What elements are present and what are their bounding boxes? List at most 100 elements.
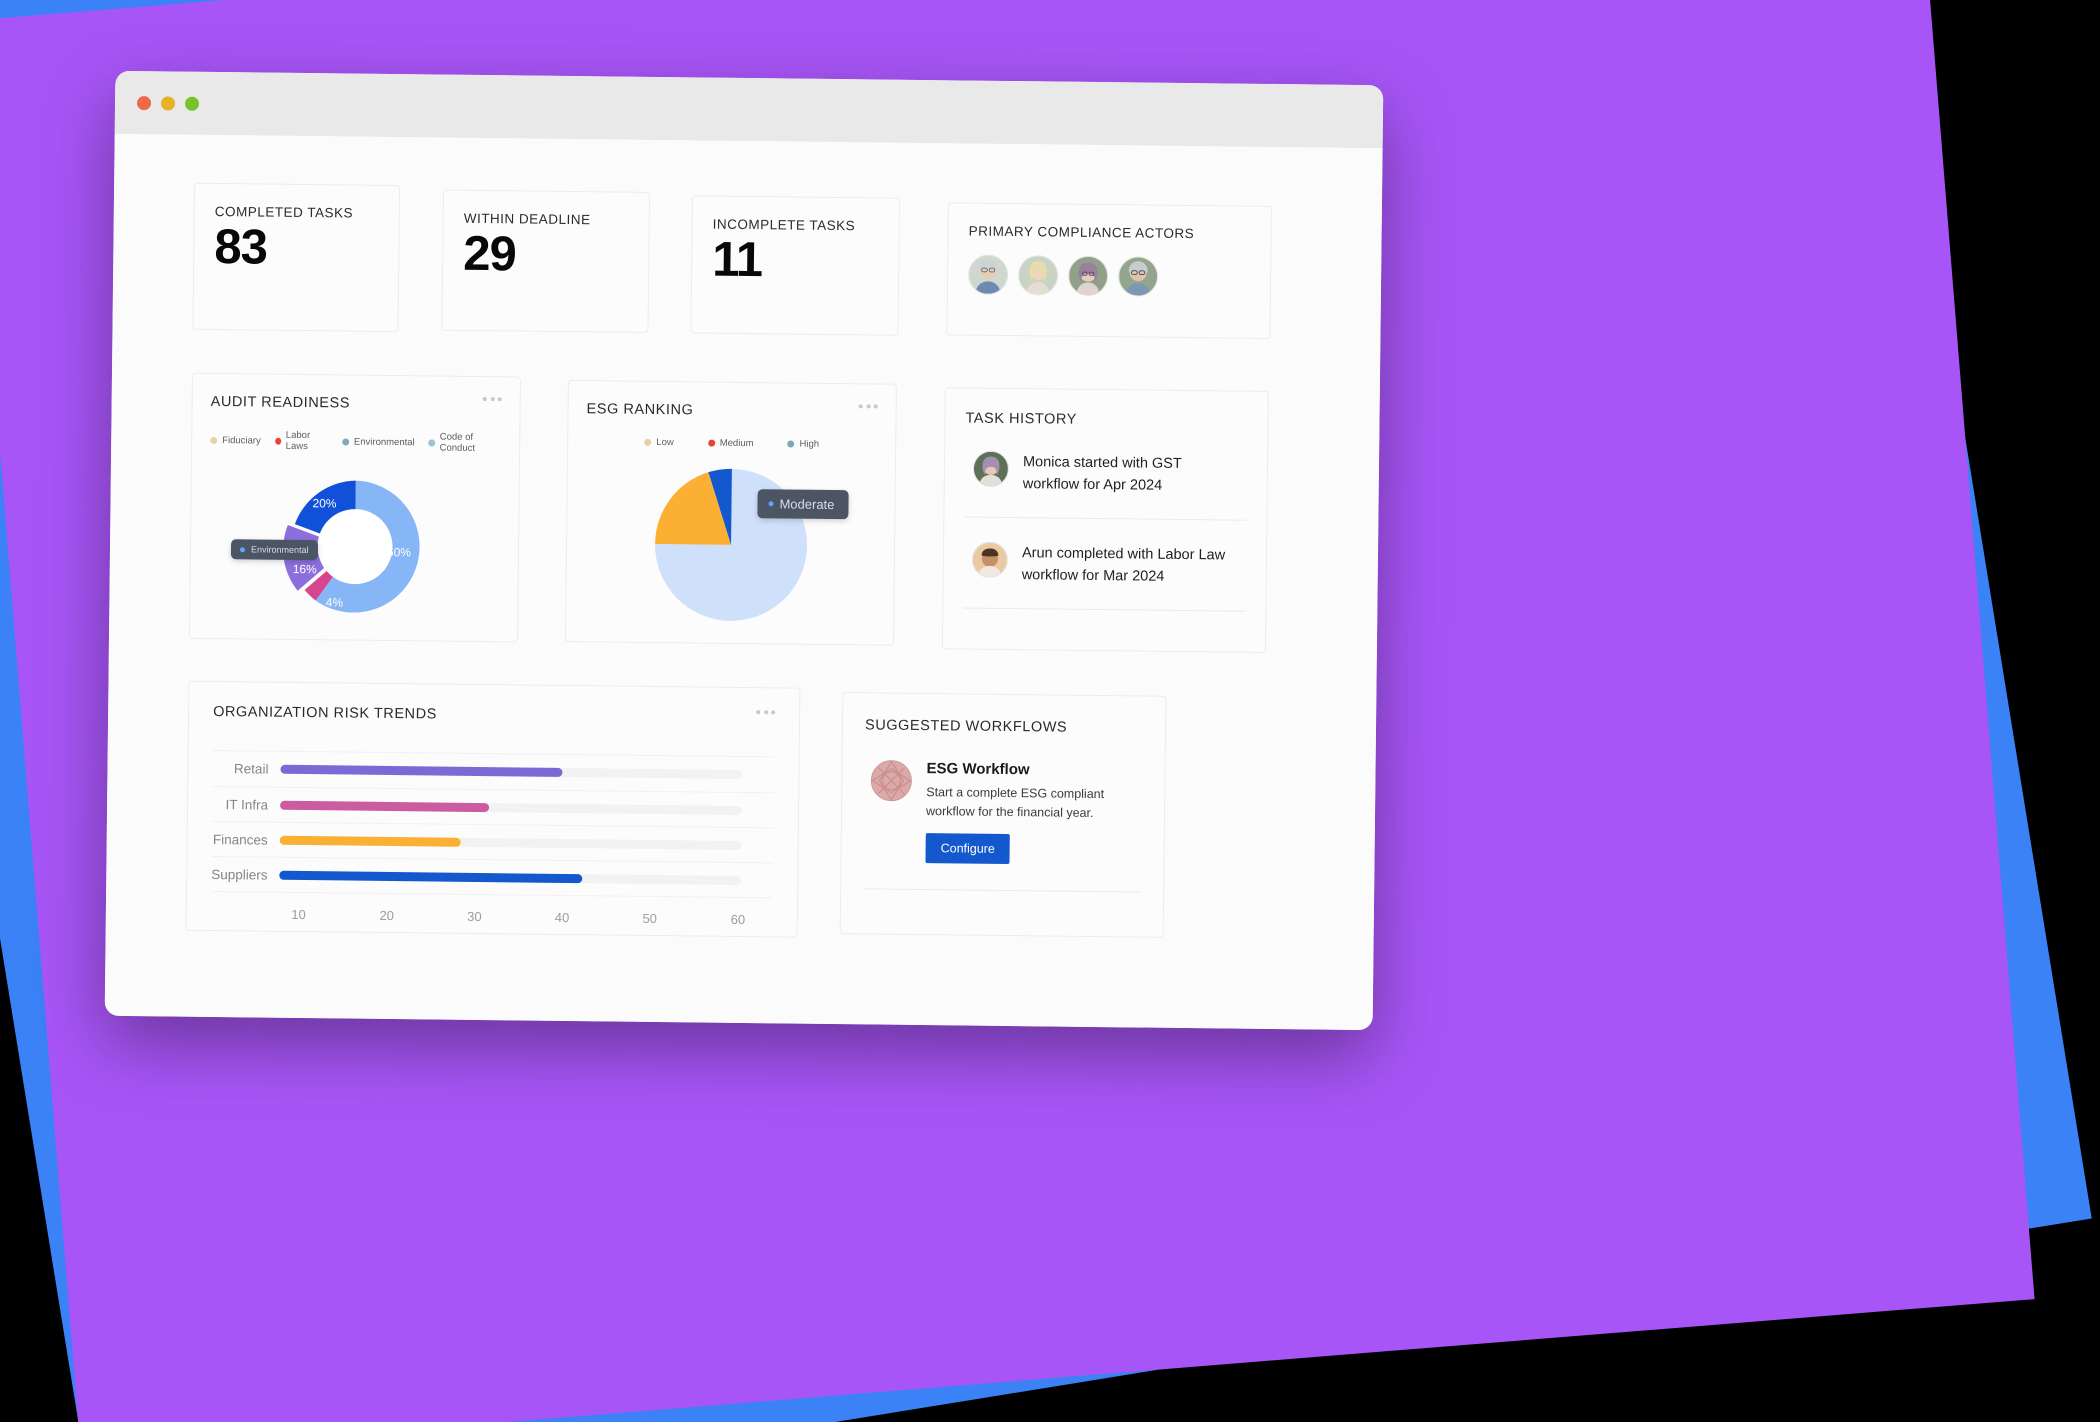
browser-window: COMPLETED TASKS 83 WITHIN DEADLINE 29 IN…	[104, 70, 1384, 1031]
minimize-button[interactable]	[160, 95, 176, 111]
maximize-button[interactable]	[184, 96, 200, 111]
workflow-list-item: ESG Workflow Start a complete ESG compli…	[863, 733, 1143, 893]
avatar	[971, 541, 1009, 579]
legend-swatch-icon	[274, 437, 281, 445]
kpi-value: 29	[463, 226, 517, 282]
axis-tick-label: 30	[467, 908, 482, 925]
list-item[interactable]: Monica started with GST workflow for Apr…	[964, 427, 1247, 520]
workflow-text-block: ESG Workflow Start a complete ESG compli…	[925, 760, 1112, 865]
legend-label: Low	[656, 436, 674, 449]
legend-item[interactable]: Fiduciary	[210, 429, 261, 452]
close-button[interactable]	[136, 95, 152, 110]
bar-fill	[279, 870, 583, 883]
card-header: ORGANIZATION RISK TRENDS	[213, 703, 776, 726]
bar-label: Retail	[233, 761, 269, 777]
card-title: SUGGESTED WORKFLOWS	[864, 717, 1068, 736]
list-item-text: Arun completed with Labor Law workflow f…	[1021, 545, 1226, 585]
dashboard-viewport: COMPLETED TASKS 83 WITHIN DEADLINE 29 IN…	[104, 133, 1383, 1031]
card-header: AUDIT READINESS	[211, 394, 502, 413]
legend-swatch-icon	[341, 437, 350, 446]
legend-label: Labor Laws	[285, 429, 311, 453]
axis-tick-label: 60	[730, 911, 746, 928]
legend-swatch-icon	[644, 438, 652, 446]
legend-swatch-icon	[787, 440, 795, 448]
kpi-row: COMPLETED TASKS 83 WITHIN DEADLINE 29 IN…	[192, 182, 1302, 346]
actors-title: PRIMARY COMPLIANCE ACTORS	[968, 223, 1195, 242]
legend-item[interactable]: Labor Laws	[274, 429, 328, 453]
list-item[interactable]: Arun completed with Labor Law workflow f…	[963, 516, 1247, 611]
bar-label: Finances	[212, 831, 268, 848]
kpi-card-incomplete-tasks: INCOMPLETE TASKS 11	[690, 195, 901, 336]
audit-donut-chart: 60% 20% 16% 4% Environmental	[208, 459, 501, 638]
legend-label: Environmental	[353, 436, 415, 448]
tooltip-dot-icon	[768, 501, 774, 507]
legend-item[interactable]: Low	[644, 437, 674, 448]
avatar[interactable]	[1067, 255, 1109, 297]
legend-item[interactable]: Medium	[707, 437, 754, 450]
esg-chart-legend: Low Medium High	[586, 436, 877, 450]
screenshot-stage: COMPLETED TASKS 83 WITHIN DEADLINE 29 IN…	[0, 0, 2100, 1422]
card-title: AUDIT READINESS	[210, 393, 351, 412]
tooltip-dot-icon	[239, 546, 246, 552]
bar-track	[279, 835, 742, 850]
legend-label: Medium	[719, 437, 754, 450]
charts-row: AUDIT READINESS Fiduciary Labor Laws Env…	[188, 372, 1300, 654]
tooltip-label: Environmental	[250, 544, 309, 556]
bar-label: IT Infra	[225, 796, 269, 813]
kpi-label: WITHIN DEADLINE	[463, 210, 591, 228]
axis-tick-label: 20	[379, 907, 395, 924]
kpi-card-within-deadline: WITHIN DEADLINE 29	[441, 189, 651, 333]
chart-tooltip: Moderate	[757, 489, 849, 520]
card-title: ORGANIZATION RISK TRENDS	[213, 703, 437, 723]
legend-item[interactable]: Code of Conduct	[428, 431, 502, 454]
avatar[interactable]	[1017, 255, 1059, 296]
kpi-value: 83	[214, 219, 268, 275]
card-task-history: TASK HISTORY Monica started with GST wor…	[941, 387, 1269, 653]
audit-chart-legend: Fiduciary Labor Laws Environmental Code …	[210, 429, 501, 454]
avatar[interactable]	[967, 254, 1009, 295]
bar-label: Suppliers	[211, 866, 268, 883]
configure-button[interactable]: Configure	[925, 833, 1011, 865]
slice-value-label: 20%	[312, 496, 337, 510]
card-esg-ranking: ESG RANKING Low Medium High Moderate	[564, 379, 897, 646]
bar-track	[280, 800, 743, 815]
actor-avatar-list	[967, 254, 1250, 298]
axis-tick-label: 40	[554, 909, 570, 926]
avatar[interactable]	[1117, 256, 1159, 297]
kpi-value: 11	[711, 232, 763, 288]
axis-tick-label: 50	[642, 910, 658, 927]
risk-bar-chart: Retail IT Infra Finances Suppliers 10 20…	[211, 749, 775, 932]
workflow-name: ESG Workflow	[926, 760, 1030, 779]
legend-label: Fiduciary	[222, 434, 261, 447]
ellipsis-icon[interactable]	[858, 404, 878, 409]
kpi-label: INCOMPLETE TASKS	[712, 216, 856, 234]
avatar	[972, 450, 1010, 487]
chart-tooltip: Environmental	[230, 539, 318, 561]
list-item-text: Monica started with GST workflow for Apr…	[1022, 454, 1182, 494]
axis-tick-label: 10	[291, 906, 306, 923]
task-history-list: Monica started with GST workflow for Apr…	[963, 426, 1248, 612]
workflow-description: Start a complete ESG compliant workflow …	[925, 785, 1105, 820]
bar-fill	[280, 764, 563, 777]
legend-swatch-icon	[707, 439, 715, 447]
slice-value-label: 16%	[292, 562, 317, 576]
card-organization-risk-trends: ORGANIZATION RISK TRENDS Retail IT Infra…	[185, 680, 801, 938]
legend-item[interactable]: Environmental	[341, 430, 415, 453]
bar-fill	[279, 835, 461, 847]
esg-pie-chart: Moderate	[584, 455, 877, 634]
legend-swatch-icon	[210, 436, 218, 444]
card-suggested-workflows: SUGGESTED WORKFLOWS ESG Workflow Start a…	[839, 692, 1167, 938]
x-axis: 10 20 30 40 50 60	[211, 906, 773, 932]
bottom-row: ORGANIZATION RISK TRENDS Retail IT Infra…	[185, 680, 1297, 949]
bar-row-suppliers[interactable]: Suppliers	[211, 855, 774, 898]
bar-rows: Retail IT Infra Finances Suppliers	[211, 749, 775, 899]
ellipsis-icon[interactable]	[482, 397, 502, 402]
card-header: ESG RANKING	[587, 401, 878, 420]
card-primary-compliance-actors: PRIMARY COMPLIANCE ACTORS	[946, 202, 1272, 339]
card-title: ESG RANKING	[586, 401, 694, 419]
kpi-label: COMPLETED TASKS	[214, 203, 354, 221]
bar-track	[280, 764, 743, 779]
ellipsis-icon[interactable]	[756, 710, 776, 715]
legend-item[interactable]: High	[787, 438, 819, 450]
kpi-card-completed-tasks: COMPLETED TASKS 83	[192, 182, 401, 333]
